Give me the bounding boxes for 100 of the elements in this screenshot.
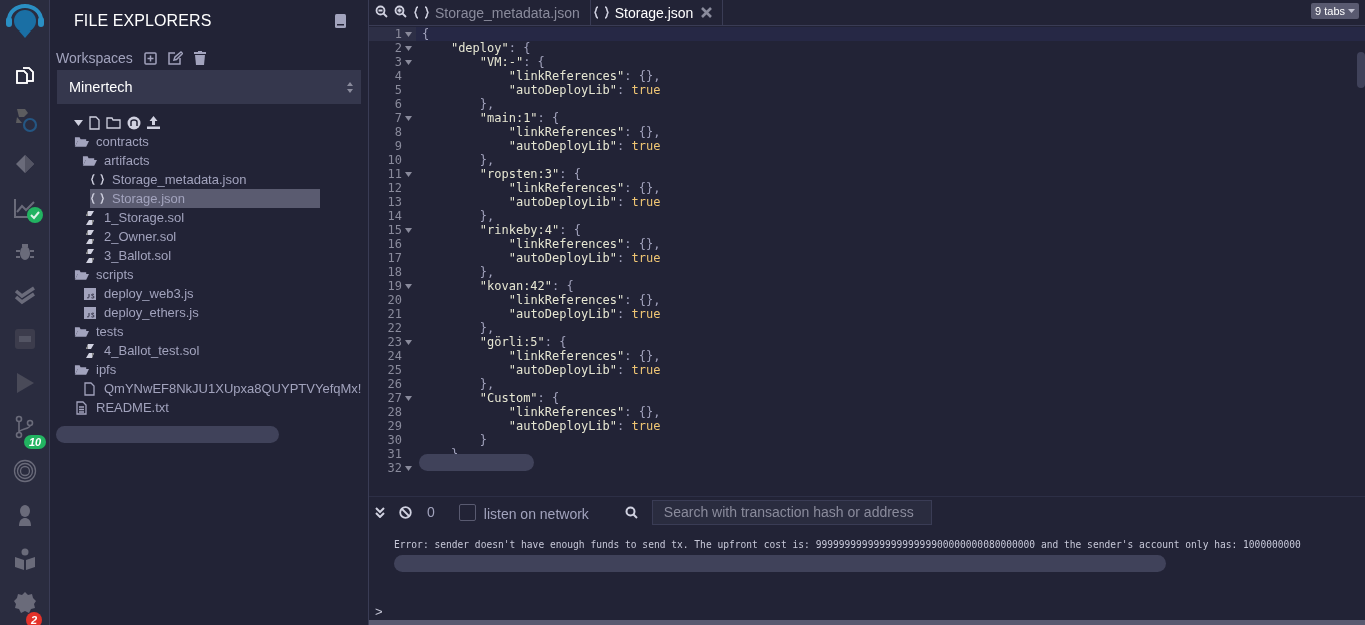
collapse-icon[interactable] bbox=[375, 506, 385, 518]
fold-caret-icon[interactable] bbox=[405, 465, 412, 471]
line-number: 8 bbox=[394, 125, 402, 139]
fold-caret-icon[interactable] bbox=[405, 115, 412, 121]
fold-caret-icon[interactable] bbox=[405, 45, 412, 51]
js-file-icon bbox=[82, 306, 97, 319]
line-number: 22 bbox=[387, 321, 402, 335]
code-line: "linkReferences": {}, bbox=[507, 125, 661, 139]
fold-caret-icon[interactable] bbox=[405, 227, 412, 233]
code-line: }, bbox=[478, 97, 495, 111]
fold-caret-icon[interactable] bbox=[405, 283, 412, 289]
code-line: }, bbox=[478, 377, 495, 391]
file-name[interactable]: README.txt bbox=[94, 399, 171, 416]
book-icon[interactable] bbox=[335, 14, 346, 28]
close-icon[interactable] bbox=[701, 7, 713, 18]
code-line: "autoDeployLib": true bbox=[507, 139, 661, 153]
line-number: 20 bbox=[387, 293, 402, 307]
code-line: }, bbox=[478, 321, 495, 335]
code-line: "linkReferences": {}, bbox=[507, 405, 661, 419]
open-folder-icon bbox=[74, 363, 89, 376]
workspace-select[interactable]: Minertech bbox=[57, 70, 361, 104]
file-name[interactable]: Storage_metadata.json bbox=[110, 171, 249, 188]
line-number: 9 bbox=[394, 139, 402, 153]
search-icon bbox=[624, 505, 638, 519]
line-number: 32 bbox=[387, 461, 402, 475]
code-line: "main:1": { bbox=[478, 111, 560, 125]
file-name[interactable]: 2_Owner.sol bbox=[102, 228, 179, 245]
fold-caret-icon[interactable] bbox=[405, 59, 412, 65]
line-number: 29 bbox=[387, 419, 402, 433]
folder-name[interactable]: tests bbox=[94, 323, 126, 340]
upload-icon[interactable] bbox=[147, 116, 160, 129]
code-line: "VM:-": { bbox=[478, 55, 545, 69]
code-line: "autoDeployLib": true bbox=[507, 195, 661, 209]
code-line: }, bbox=[478, 209, 495, 223]
line-number: 25 bbox=[387, 363, 402, 377]
fold-caret-icon[interactable] bbox=[405, 395, 412, 401]
prompt-caret: > bbox=[375, 604, 384, 619]
folder-name[interactable]: ipfs bbox=[94, 361, 119, 378]
code-line: "autoDeployLib": true bbox=[507, 419, 661, 433]
gear-icon[interactable] bbox=[12, 591, 37, 615]
code-line: } bbox=[478, 433, 488, 447]
count-badge: 2 bbox=[26, 612, 43, 625]
code-line: { bbox=[422, 27, 430, 41]
line-number: 13 bbox=[387, 195, 402, 209]
folder-name[interactable]: artifacts bbox=[102, 152, 152, 169]
scrollbar[interactable] bbox=[419, 454, 534, 471]
clear-icon[interactable] bbox=[399, 505, 412, 519]
caret-down-icon bbox=[1348, 9, 1355, 13]
bug-icon[interactable] bbox=[14, 241, 35, 262]
editor-tab[interactable]: Storage.json bbox=[590, 0, 724, 25]
text-file-icon bbox=[74, 400, 89, 415]
open-folder-icon bbox=[74, 325, 89, 338]
code-line: "linkReferences": {}, bbox=[507, 69, 661, 83]
line-number: 1 bbox=[394, 27, 402, 41]
file-name[interactable]: 4_Ballot_test.sol bbox=[102, 342, 202, 359]
file-name[interactable]: 3_Ballot.sol bbox=[102, 247, 174, 264]
open-folder-icon bbox=[82, 154, 97, 167]
rings-icon[interactable] bbox=[12, 459, 37, 484]
chart-icon[interactable] bbox=[12, 196, 37, 219]
file-name[interactable]: deploy_web3.js bbox=[102, 285, 196, 302]
sort-icon bbox=[346, 80, 354, 94]
new-file-icon[interactable] bbox=[89, 115, 100, 130]
folder-name[interactable]: contracts bbox=[94, 133, 151, 150]
github-icon[interactable] bbox=[127, 115, 141, 130]
code-line: "linkReferences": {}, bbox=[507, 181, 661, 195]
line-number: 18 bbox=[387, 265, 402, 279]
line-number: 3 bbox=[394, 55, 402, 69]
braces-icon bbox=[413, 6, 430, 19]
js-file-icon bbox=[82, 287, 97, 300]
add-icon[interactable] bbox=[143, 51, 157, 65]
scrollbar[interactable] bbox=[1357, 52, 1365, 88]
fold-caret-icon[interactable] bbox=[405, 171, 412, 177]
file-name[interactable]: 1_Storage.sol bbox=[102, 209, 187, 226]
code-line: "kovan:42": { bbox=[478, 279, 574, 293]
line-number: 5 bbox=[394, 83, 402, 97]
figure-icon[interactable] bbox=[16, 504, 33, 527]
edit-icon[interactable] bbox=[167, 51, 183, 65]
search-field[interactable]: Search with transaction hash or address bbox=[651, 499, 932, 525]
double-check-icon[interactable] bbox=[13, 285, 36, 306]
folder-name[interactable]: scripts bbox=[94, 266, 136, 283]
fold-caret-icon[interactable] bbox=[405, 339, 412, 345]
braces-icon bbox=[90, 173, 105, 186]
fold-caret-icon[interactable] bbox=[405, 31, 412, 37]
scrollbar[interactable] bbox=[394, 555, 1166, 572]
file-name[interactable]: deploy_ethers.js bbox=[102, 304, 201, 321]
line-number: 26 bbox=[387, 377, 402, 391]
line-number: 24 bbox=[387, 349, 402, 363]
file-name[interactable]: QmYNwEF8NkJU1XUpxa8QUYPTVYefqMx! bbox=[102, 380, 364, 397]
reader-icon[interactable] bbox=[13, 548, 36, 571]
tab-count-button[interactable]: 9 tabs bbox=[1311, 3, 1359, 19]
scrollbar[interactable] bbox=[56, 426, 279, 443]
trash-icon[interactable] bbox=[193, 51, 206, 65]
caret-down-icon[interactable] bbox=[74, 119, 83, 126]
files-icon[interactable] bbox=[13, 64, 36, 87]
line-number: 4 bbox=[394, 69, 402, 83]
line-number: 11 bbox=[387, 167, 402, 181]
editor-tab[interactable]: Storage_metadata.json bbox=[411, 0, 591, 25]
listen-checkbox[interactable] bbox=[458, 503, 476, 521]
new-folder-icon[interactable] bbox=[106, 116, 121, 129]
code-line: "Custom": { bbox=[478, 391, 560, 405]
